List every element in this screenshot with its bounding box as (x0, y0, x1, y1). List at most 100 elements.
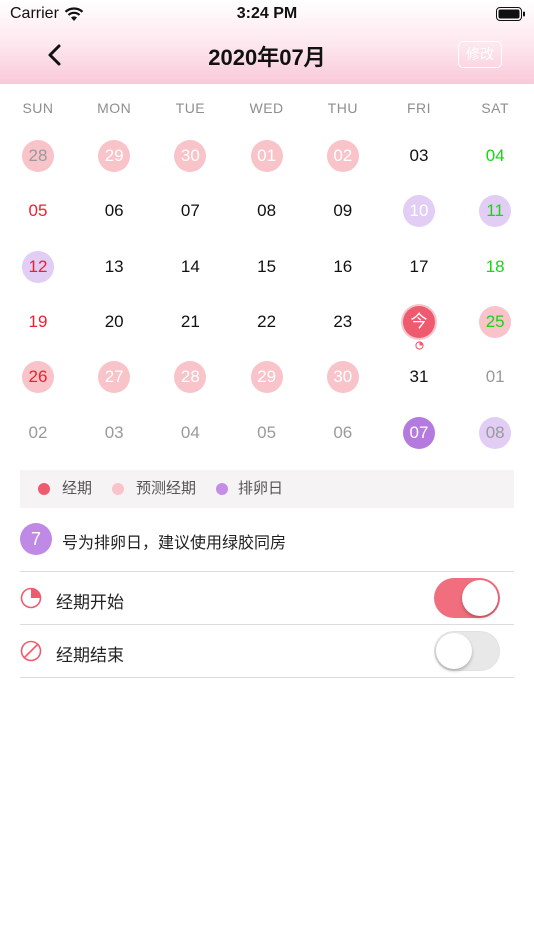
calendar-day[interactable]: 21 (152, 295, 228, 350)
calendar-day[interactable]: 26 (0, 350, 76, 405)
day-number: 27 (98, 361, 131, 394)
day-number: 08 (257, 201, 277, 221)
calendar-day[interactable]: 20 (76, 295, 152, 350)
day-number: 20 (104, 311, 124, 331)
day-number: 01 (250, 140, 283, 172)
calendar-day[interactable]: 16 (305, 240, 381, 295)
calendar-day[interactable]: 13 (76, 240, 152, 295)
calendar-day[interactable]: 28 (152, 350, 228, 405)
calendar-day[interactable]: 29 (76, 129, 152, 184)
legend-predicted: 预测经期 (112, 470, 222, 508)
calendar-day[interactable]: 22 (229, 295, 305, 350)
weekday-label: SAT (481, 100, 510, 116)
weekday-label: FRI (406, 100, 432, 116)
period-dot-icon (38, 483, 50, 495)
battery-icon (496, 7, 525, 21)
day-number: 04 (485, 146, 505, 165)
day-number: 13 (104, 256, 124, 276)
page-title: 2020年07月 (208, 45, 326, 70)
calendar-day[interactable]: 06 (76, 184, 152, 239)
day-number: 03 (409, 146, 429, 165)
edit-button[interactable]: 修改 (458, 41, 502, 68)
day-number: 06 (104, 201, 124, 221)
ovulation-note: 7 号为排卵日，建议使用绿胶同房 (20, 523, 514, 555)
calendar-day[interactable]: 11 (457, 184, 533, 239)
calendar-day[interactable]: 01 (229, 129, 305, 184)
divider (20, 677, 514, 678)
calendar-day[interactable]: 07 (381, 406, 457, 461)
period-start-toggle[interactable] (434, 578, 500, 618)
weekday-label: MON (97, 100, 132, 116)
weekday-label: THU (327, 100, 358, 116)
calendar-day[interactable]: 15 (229, 240, 305, 295)
day-number: 07 (403, 416, 435, 449)
day-number: 01 (485, 367, 505, 387)
calendar-day[interactable]: 09 (305, 184, 381, 239)
period-end-toggle[interactable] (434, 631, 500, 671)
calendar-grid: 28 29 30 01 02 03 04 05 06 07 08 09 10 11 12 13 14 15 16 17… (0, 129, 534, 460)
calendar-day[interactable]: 06 (305, 406, 381, 461)
day-number: 18 (485, 256, 505, 276)
day-number: 28 (174, 361, 207, 394)
calendar-day[interactable]: 14 (152, 240, 228, 295)
day-number: 14 (180, 256, 200, 276)
day-number: 03 (104, 422, 124, 442)
day-number: 05 (257, 422, 277, 442)
day-number: 11 (479, 195, 512, 228)
calendar-day[interactable]: 25 (457, 295, 533, 350)
calendar-day[interactable]: 01 (457, 350, 533, 405)
calendar-day[interactable]: 03 (76, 406, 152, 461)
calendar-day[interactable]: 05 (229, 406, 305, 461)
calendar-day[interactable]: 今 (381, 295, 457, 350)
day-number: 02 (326, 140, 359, 172)
weekday-label: SUN (22, 100, 54, 116)
day-number: 15 (257, 256, 277, 276)
day-number: 09 (333, 201, 353, 221)
calendar-day[interactable]: 02 (305, 129, 381, 184)
day-number: 08 (479, 416, 512, 449)
day-number: 29 (250, 361, 283, 394)
calendar-day[interactable]: 05 (0, 184, 76, 239)
day-number: 28 (22, 140, 54, 172)
calendar-day[interactable]: 07 (152, 184, 228, 239)
calendar-day[interactable]: 19 (0, 295, 76, 350)
day-number: 17 (409, 256, 429, 276)
status-bar: Carrier 3:24 PM (0, 0, 534, 28)
legend-ovulation-label: 排卵日 (238, 480, 284, 497)
day-number: 29 (98, 140, 131, 172)
day-number: 19 (28, 311, 48, 331)
period-start-icon (20, 587, 42, 609)
period-start-icon (415, 341, 424, 350)
weekday-header: SUN MON TUE WED THU FRI SAT (0, 100, 534, 120)
weekday-label: WED (249, 100, 284, 116)
calendar-day[interactable]: 28 (0, 129, 76, 184)
weekday-label: TUE (175, 100, 206, 116)
period-end-icon (20, 640, 42, 662)
calendar-day[interactable]: 10 (381, 184, 457, 239)
calendar-day[interactable]: 31 (381, 350, 457, 405)
today-marker: 今 (403, 305, 435, 338)
period-end-row: 经期结束 (20, 625, 514, 677)
calendar-day[interactable]: 08 (457, 406, 533, 461)
calendar-day[interactable]: 03 (381, 129, 457, 184)
calendar-day[interactable]: 23 (305, 295, 381, 350)
day-number: 30 (174, 140, 207, 172)
day-number: 02 (28, 422, 48, 442)
day-number: 12 (22, 250, 54, 283)
calendar-day[interactable]: 30 (305, 350, 381, 405)
day-number: 04 (180, 422, 200, 442)
calendar-day[interactable]: 12 (0, 240, 76, 295)
calendar-day[interactable]: 17 (381, 240, 457, 295)
calendar-day[interactable]: 18 (457, 240, 533, 295)
toggle-knob (436, 633, 472, 669)
calendar-day[interactable]: 30 (152, 129, 228, 184)
calendar-day[interactable]: 02 (0, 406, 76, 461)
legend-ovulation: 排卵日 (216, 470, 306, 508)
calendar-day[interactable]: 29 (229, 350, 305, 405)
calendar-day[interactable]: 04 (457, 129, 533, 184)
day-number: 31 (409, 367, 429, 387)
calendar-day[interactable]: 27 (76, 350, 152, 405)
day-number: 06 (333, 422, 353, 442)
calendar-day[interactable]: 04 (152, 406, 228, 461)
calendar-day[interactable]: 08 (229, 184, 305, 239)
